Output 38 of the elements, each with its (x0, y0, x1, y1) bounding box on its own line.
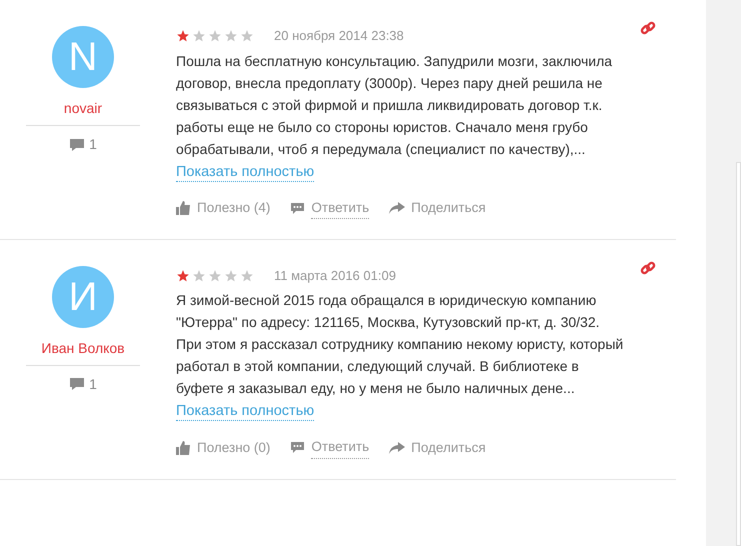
link-icon[interactable] (640, 20, 656, 36)
star-icon (240, 28, 254, 43)
star-icon (176, 28, 190, 43)
comment-icon (69, 377, 86, 392)
reply-button[interactable]: Ответить (290, 198, 370, 219)
avatar: N (52, 26, 114, 88)
reply-button[interactable]: Ответить (290, 437, 370, 458)
author-link[interactable]: novair (64, 98, 102, 119)
useful-button[interactable]: Полезно (0) (176, 438, 270, 458)
thumbs-up-icon (176, 201, 191, 216)
star-icon (176, 268, 190, 282)
review-date: 11 марта 2016 01:09 (274, 266, 396, 285)
share-button[interactable]: Поделиться (389, 198, 486, 218)
comment-icon (69, 138, 86, 152)
share-arrow-icon (389, 442, 406, 454)
comment-count: 1 (89, 135, 97, 154)
share-arrow-icon (389, 202, 406, 214)
share-button[interactable]: Поделиться (389, 438, 486, 458)
review-text: Я зимой-весной 2015 года обращался в юридическую компанию "Ютерра" по адресу: 121165, Москва, Кутузовский пр-кт, д. 30/32. При этом я рассказал сотруднику компанию некому юристу, который работал в этой компании, следующий случай. В библиотеке в буфете я заказывал еду, но у меня не было наличных дене... (176, 291, 624, 398)
link-icon[interactable] (640, 260, 656, 276)
comment-icon (290, 202, 306, 215)
comment-count: 1 (89, 374, 97, 394)
show-more-link[interactable]: Показать полностью (176, 402, 314, 422)
star-icon (192, 28, 206, 43)
review-text: Пошла на бесплатную консультацию. Запудрили мозги, заключила договор, внесла предоплату (3000р). Через пару дней решила не связываться с этой фирмой и пришла ликвидировать договор т.к. работы еще не было со стороны юристов. Сначало меня грубо обрабатывали, чтоб я передумала (специалист по качеству),... (176, 52, 614, 159)
star-icon (208, 28, 222, 43)
star-icon (224, 268, 238, 282)
avatar: И (52, 266, 114, 328)
star-icon (240, 268, 254, 282)
star-icon (208, 268, 222, 282)
thumbs-up-icon (176, 440, 191, 455)
show-more-link[interactable]: Показать полностью (176, 162, 314, 182)
author-link[interactable]: Иван Волков (41, 338, 125, 359)
star-icon (224, 28, 238, 43)
useful-button[interactable]: Полезно (4) (176, 198, 270, 218)
star-icon (192, 268, 206, 282)
review-date: 20 ноября 2014 23:38 (274, 27, 404, 45)
comment-icon (290, 441, 306, 454)
